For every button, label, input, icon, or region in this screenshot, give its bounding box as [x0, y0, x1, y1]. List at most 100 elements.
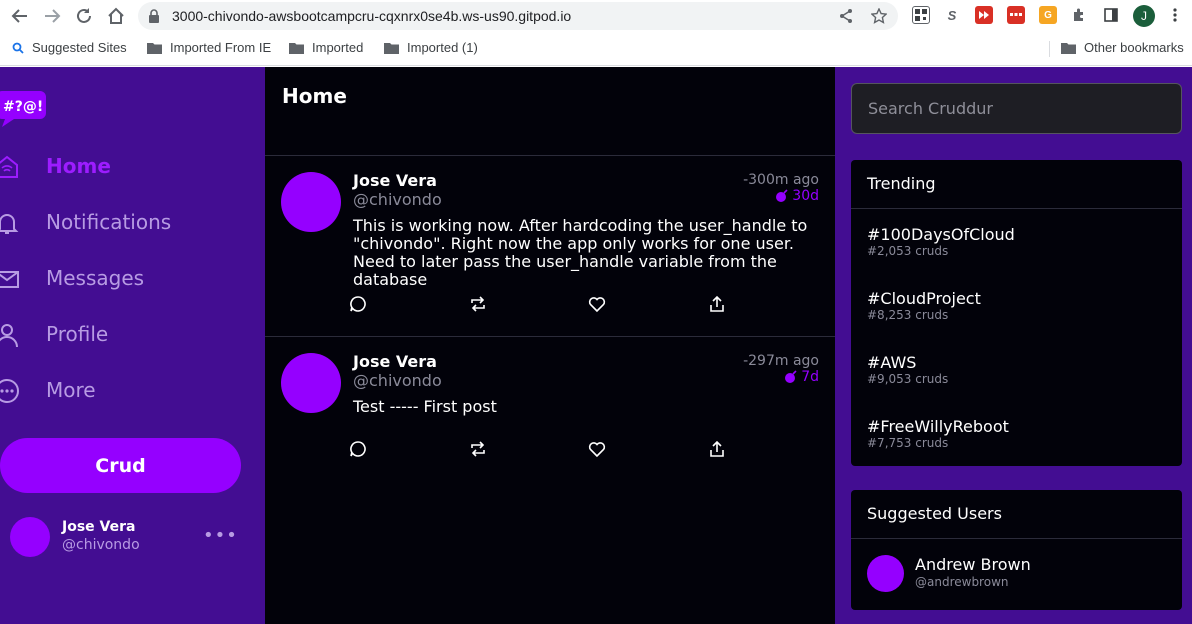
- bookmark-star-button[interactable]: [869, 6, 889, 26]
- activity-expires: 30d: [775, 188, 819, 204]
- sidebar-item-label: Profile: [46, 322, 109, 346]
- sidebar-profile[interactable]: Jose Vera @chivondo •••: [10, 517, 250, 559]
- arrow-right-icon: [45, 9, 61, 23]
- sidebar-item-more[interactable]: More: [0, 372, 240, 408]
- video-extension-icon[interactable]: [975, 6, 993, 24]
- sidebar-item-label: Home: [46, 154, 111, 178]
- activity-display-name[interactable]: Jose Vera: [353, 171, 437, 190]
- cruddur-logo[interactable]: #?@!: [0, 87, 46, 127]
- menu-button[interactable]: [1166, 6, 1184, 24]
- reply-button[interactable]: [348, 439, 368, 459]
- heart-icon: [588, 442, 606, 458]
- trending-header: Trending: [851, 160, 1182, 209]
- share-button[interactable]: [707, 294, 727, 314]
- avatar[interactable]: [281, 172, 341, 232]
- sidebar: #?@! Home Notifications Messages Profile…: [0, 67, 265, 624]
- page-title: Home: [282, 84, 347, 108]
- activity-handle[interactable]: @chivondo: [353, 190, 442, 209]
- share-icon: [840, 9, 852, 23]
- avatar[interactable]: [281, 353, 341, 413]
- folder-icon: [147, 42, 162, 54]
- sidebar-item-label: More: [46, 378, 96, 402]
- repost-button[interactable]: [468, 439, 488, 459]
- profile-avatar[interactable]: J: [1133, 5, 1155, 27]
- activity-handle[interactable]: @chivondo: [353, 371, 442, 390]
- trending-item[interactable]: #AWS #9,053 cruds: [867, 353, 1167, 393]
- repost-button[interactable]: [468, 294, 488, 314]
- qr-extension-icon[interactable]: [912, 6, 930, 24]
- reload-button[interactable]: [72, 4, 96, 28]
- s-extension-icon[interactable]: S: [943, 6, 961, 24]
- bookmark-label: Imported: [312, 40, 364, 55]
- bookmark-suggested-sites[interactable]: Suggested Sites: [12, 40, 127, 55]
- trending-count: #2,053 cruds: [867, 244, 949, 258]
- sidebar-item-profile[interactable]: Profile: [0, 316, 240, 352]
- trending-panel: Trending #100DaysOfCloud #2,053 cruds #C…: [851, 160, 1182, 466]
- profile-handle: @chivondo: [62, 537, 140, 553]
- reload-icon: [77, 8, 91, 23]
- back-button[interactable]: [8, 4, 32, 28]
- mail-icon: [0, 266, 20, 292]
- browser-toolbar: 3000-chivondo-awsbootcampcru-cqxnrx0se4b…: [0, 0, 1192, 32]
- share-button[interactable]: [707, 439, 727, 459]
- expires-text: 30d: [792, 188, 819, 204]
- user-icon: [0, 322, 20, 348]
- g-extension-icon[interactable]: G: [1039, 6, 1057, 24]
- crud-button[interactable]: Crud: [0, 438, 241, 493]
- main-feed: Home Jose Vera @chivondo -300m ago 30d T…: [265, 67, 835, 624]
- trending-tag: #100DaysOfCloud: [867, 225, 1015, 244]
- avatar: [10, 517, 50, 557]
- share-icon: [710, 295, 724, 312]
- trending-tag: #CloudProject: [867, 289, 981, 308]
- profile-more-button[interactable]: •••: [203, 525, 238, 546]
- heart-icon: [588, 297, 606, 313]
- bookmark-label: Suggested Sites: [32, 40, 127, 55]
- search-icon: [12, 42, 24, 54]
- right-column: Trending #100DaysOfCloud #2,053 cruds #C…: [835, 67, 1192, 624]
- sidebar-item-label: Messages: [46, 266, 145, 290]
- reply-button[interactable]: [348, 294, 368, 314]
- bookmark-imported[interactable]: Imported: [289, 40, 363, 55]
- trending-item[interactable]: #CloudProject #8,253 cruds: [867, 289, 1167, 329]
- extensions-button[interactable]: [1070, 6, 1088, 24]
- forward-button[interactable]: [40, 4, 64, 28]
- suggested-users-header: Suggested Users: [851, 490, 1182, 539]
- home-icon: [0, 154, 20, 180]
- suggested-users-title: Suggested Users: [867, 504, 1002, 523]
- like-button[interactable]: [587, 439, 607, 459]
- avatar: [867, 555, 904, 592]
- bookmarks-bar: Suggested Sites Imported From IE Importe…: [0, 32, 1192, 66]
- trending-item[interactable]: #100DaysOfCloud #2,053 cruds: [867, 225, 1167, 265]
- activity-item[interactable]: Jose Vera @chivondo -297m ago 7d Test --…: [265, 337, 835, 479]
- sidebar-item-notifications[interactable]: Notifications: [0, 204, 240, 240]
- activity-created-time: -297m ago: [743, 353, 819, 369]
- share-icon: [710, 440, 724, 457]
- red-extension-icon[interactable]: [1007, 6, 1025, 24]
- side-panel-button[interactable]: [1102, 6, 1120, 24]
- bookmark-label: Imported (1): [407, 40, 478, 55]
- bookmark-imported-1[interactable]: Imported (1): [384, 40, 478, 55]
- bookmark-other-bookmarks[interactable]: Other bookmarks: [1061, 40, 1184, 55]
- address-bar[interactable]: 3000-chivondo-awsbootcampcru-cqxnrx0se4b…: [138, 2, 898, 30]
- suggested-user[interactable]: Andrew Brown @andrewbrown: [867, 555, 1167, 595]
- url-text: 3000-chivondo-awsbootcampcru-cqxnrx0se4b…: [172, 8, 572, 24]
- activity-display-name[interactable]: Jose Vera: [353, 352, 437, 371]
- share-button[interactable]: [836, 6, 856, 26]
- search-input[interactable]: [851, 83, 1182, 134]
- profile-name: Jose Vera: [62, 519, 136, 535]
- like-button[interactable]: [587, 294, 607, 314]
- activity-item[interactable]: Jose Vera @chivondo -300m ago 30d This i…: [265, 156, 835, 337]
- trending-item[interactable]: #FreeWillyReboot #7,753 cruds: [867, 417, 1167, 457]
- expires-text: 7d: [801, 369, 819, 385]
- qr-code-icon: [915, 9, 927, 21]
- bomb-icon: [785, 370, 797, 383]
- sidebar-item-home[interactable]: Home: [0, 148, 240, 184]
- sidebar-item-label: Notifications: [46, 210, 172, 234]
- logo-text: #?@!: [3, 99, 43, 115]
- folder-icon: [1061, 42, 1076, 54]
- bookmark-imported-from-ie[interactable]: Imported From IE: [147, 40, 271, 55]
- sidebar-item-messages[interactable]: Messages: [0, 260, 240, 296]
- home-button[interactable]: [104, 4, 128, 28]
- folder-icon: [289, 42, 304, 54]
- repost-icon: [471, 296, 485, 312]
